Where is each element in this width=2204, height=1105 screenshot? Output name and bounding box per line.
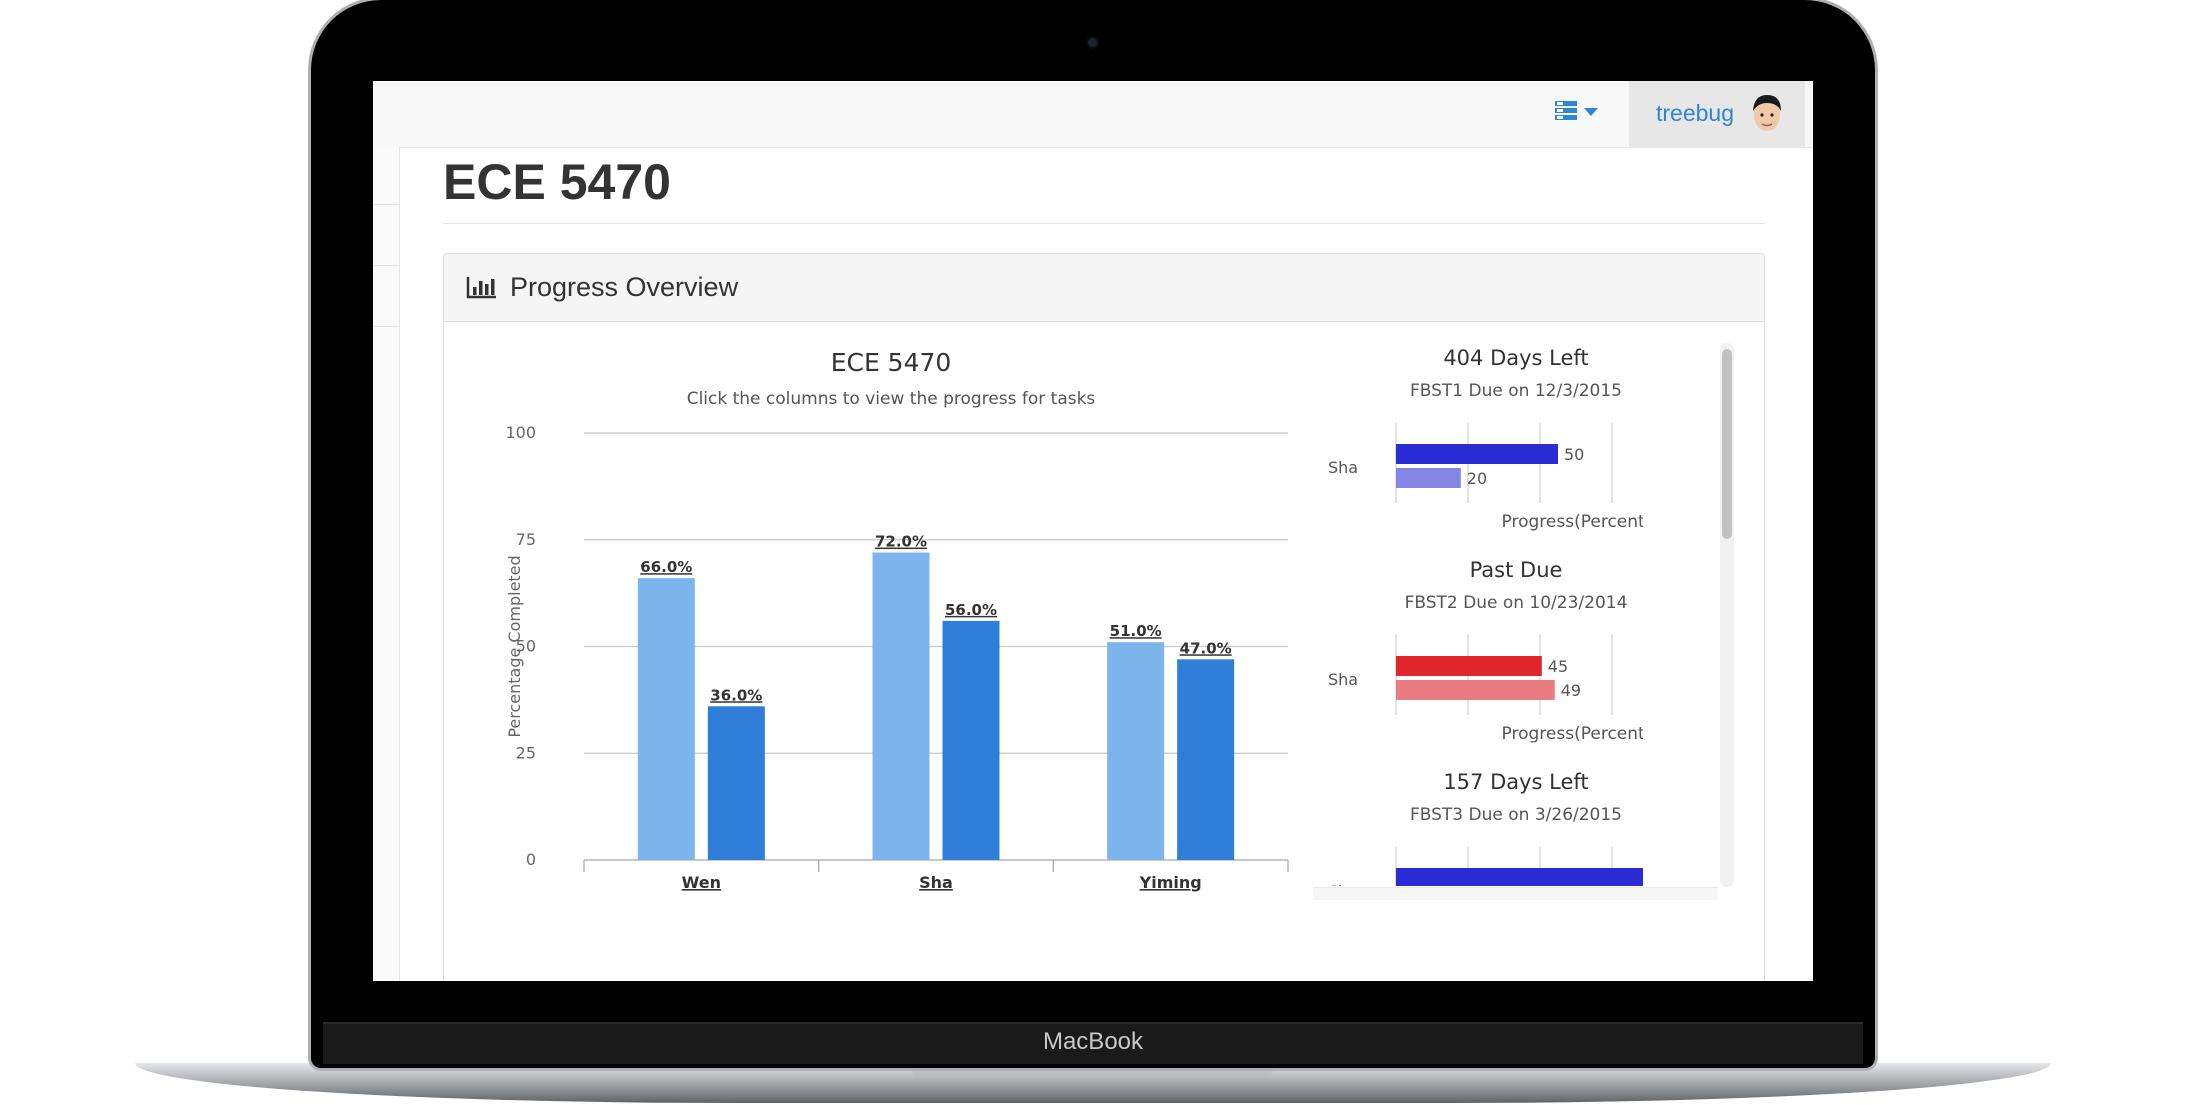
chart-bar[interactable] [1177, 659, 1235, 860]
bar-data-label: 47.0% [1180, 639, 1232, 657]
y-tick-label: 75 [516, 530, 536, 549]
task-chart-title: 404 Days Left [1443, 346, 1588, 370]
chart-bar[interactable] [1107, 642, 1165, 860]
task-charts-scroll-area[interactable]: 404 Days Left FBST1 Due on 12/3/2015 Sha 50… [1313, 341, 1643, 886]
task-category-label: Sha [1328, 670, 1358, 689]
y-tick-label: 0 [526, 850, 536, 869]
task-x-axis-title: Progress(Percentage) [1502, 724, 1643, 744]
task-category-label: Sha [1328, 882, 1358, 886]
chart-bar[interactable] [872, 552, 930, 860]
bar-data-label: 72.0% [875, 533, 927, 551]
task-charts-footer [1313, 887, 1718, 900]
chart-bar[interactable] [637, 578, 695, 860]
sidebar-collapsed [373, 147, 400, 981]
y-tick-label: 100 [505, 423, 536, 442]
scrollbar-thumb[interactable] [1722, 349, 1732, 539]
y-tick-label: 25 [516, 743, 536, 762]
task-bar-value: 49 [1561, 681, 1581, 700]
task-bar[interactable] [1396, 868, 1643, 886]
bar-chart-icon [466, 277, 496, 299]
x-category-label[interactable]: Yiming [1139, 873, 1202, 892]
bar-data-label: 66.0% [640, 558, 692, 576]
x-category-label[interactable]: Sha [919, 873, 953, 892]
task-charts-scrollbar[interactable] [1720, 343, 1734, 887]
bar-data-label: 56.0% [945, 601, 997, 619]
chart-bar[interactable] [942, 620, 1000, 860]
x-category-label[interactable]: Wen [682, 873, 721, 892]
username-label: treebug [1656, 100, 1735, 126]
bar-data-label: 36.0% [710, 686, 762, 704]
task-bar-value: 50 [1564, 445, 1584, 464]
user-avatar [1753, 95, 1781, 131]
task-bar[interactable] [1396, 656, 1542, 676]
task-chart-title: 157 Days Left [1443, 770, 1588, 794]
task-bar[interactable] [1396, 444, 1558, 464]
camera-icon [1088, 38, 1097, 47]
task-chart-title: Past Due [1470, 558, 1563, 582]
title-divider [443, 223, 1765, 224]
task-progress-charts: 404 Days Left FBST1 Due on 12/3/2015 Sha 50… [1328, 346, 1643, 886]
task-bar-value: 45 [1548, 657, 1568, 676]
bar-data-label: 51.0% [1110, 622, 1162, 640]
chart-title: ECE 5470 [831, 348, 952, 377]
laptop-brand-label: MacBook [1042, 1028, 1144, 1055]
page-title: ECE 5470 [443, 154, 671, 210]
task-bar-value: 20 [1467, 469, 1487, 488]
top-navbar: treebug [373, 81, 1813, 148]
chart-subtitle: Click the columns to view the progress f… [687, 389, 1096, 409]
user-menu[interactable]: treebug [1629, 81, 1805, 147]
task-chart-subtitle: FBST2 Due on 10/23/2014 [1405, 593, 1628, 613]
task-x-axis-title: Progress(Percentage) [1502, 512, 1643, 532]
tasks-menu-toggle[interactable] [1551, 97, 1601, 127]
task-chart-subtitle: FBST3 Due on 3/26/2015 [1410, 805, 1622, 825]
panel-heading: Progress Overview [444, 254, 1764, 322]
y-axis-title: Percentage Completed [505, 555, 524, 737]
caret-down-icon [1584, 108, 1598, 116]
panel-title: Progress Overview [510, 272, 739, 302]
progress-column-chart: ECE 5470 Click the columns to view the pr… [505, 348, 1289, 892]
task-chart-subtitle: FBST1 Due on 12/3/2015 [1410, 381, 1622, 401]
task-bar[interactable] [1396, 468, 1461, 488]
chart-bar[interactable] [707, 706, 765, 860]
task-bar[interactable] [1396, 680, 1555, 700]
task-category-label: Sha [1328, 458, 1358, 477]
